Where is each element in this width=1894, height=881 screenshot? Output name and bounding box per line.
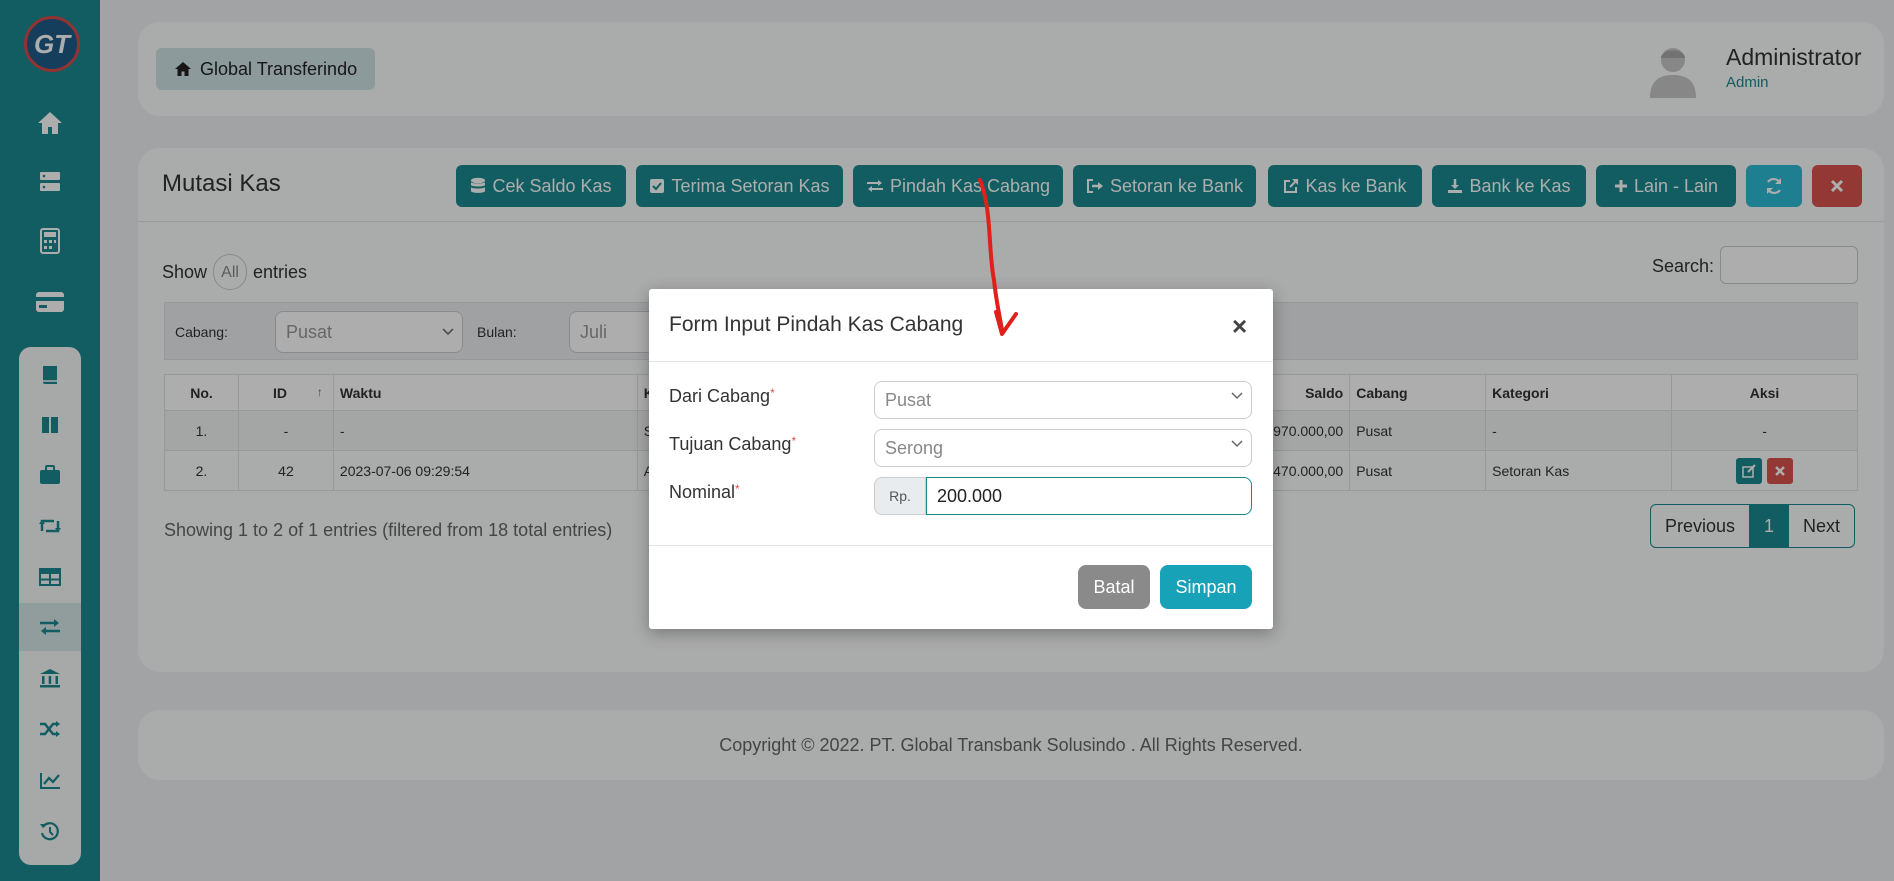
required-mark: * xyxy=(770,386,775,400)
required-mark: * xyxy=(791,434,797,448)
modal-title: Form Input Pindah Kas Cabang xyxy=(669,313,964,336)
modal-header-divider xyxy=(649,361,1273,362)
required-mark: * xyxy=(735,482,740,496)
simpan-button[interactable]: Simpan xyxy=(1160,565,1252,609)
dari-cabang-select[interactable]: Pusat xyxy=(874,381,1252,419)
pindah-kas-modal: Form Input Pindah Kas Cabang × Dari Caba… xyxy=(649,289,1273,629)
annotation-arrow-icon xyxy=(978,178,1018,336)
batal-button[interactable]: Batal xyxy=(1078,565,1150,609)
tujuan-cabang-label: Tujuan Cabang* xyxy=(669,434,797,454)
modal-close-button[interactable]: × xyxy=(1232,311,1247,342)
currency-prefix: Rp. xyxy=(874,477,926,515)
chevron-down-icon xyxy=(1231,392,1243,400)
dari-cabang-label: Dari Cabang* xyxy=(669,386,775,406)
nominal-label: Nominal* xyxy=(669,482,740,502)
modal-footer-divider xyxy=(649,545,1273,546)
tujuan-cabang-select[interactable]: Serong xyxy=(874,429,1252,467)
chevron-down-icon xyxy=(1231,440,1243,448)
nominal-input[interactable] xyxy=(926,477,1252,515)
